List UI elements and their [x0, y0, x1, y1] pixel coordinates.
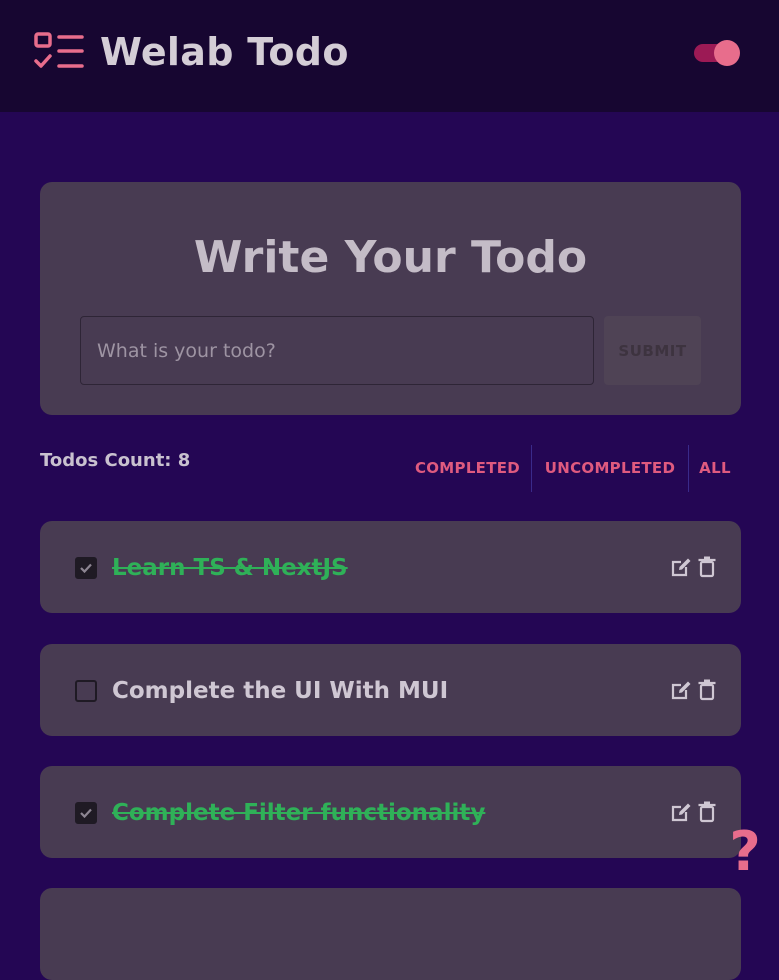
app-bar: Welab Todo [0, 0, 779, 112]
checklist-icon [34, 32, 84, 68]
delete-icon[interactable] [698, 679, 716, 701]
app-title: Welab Todo [100, 30, 349, 74]
check-icon [80, 563, 92, 574]
todo-text: Complete Filter functionality [112, 800, 486, 826]
filter-group: COMPLETED UNCOMPLETED ALL [404, 445, 741, 492]
todo-checkbox[interactable] [75, 802, 97, 824]
todo-input[interactable] [80, 316, 594, 385]
filter-all-button[interactable]: ALL [689, 445, 741, 492]
todo-text: Complete the UI With MUI [112, 678, 449, 704]
delete-icon[interactable] [698, 801, 716, 823]
todo-item: Learn TS & NextJS [40, 521, 741, 613]
todo-form-card: Write Your Todo SUBMIT [40, 182, 741, 415]
help-icon[interactable]: ? [724, 822, 766, 882]
check-icon [80, 808, 92, 819]
submit-button[interactable]: SUBMIT [604, 316, 701, 385]
todo-item: Complete Filter functionality [40, 766, 741, 858]
todo-checkbox[interactable] [75, 680, 97, 702]
edit-icon[interactable] [670, 679, 692, 701]
delete-icon[interactable] [698, 556, 716, 578]
todo-item: Complete the UI With MUI [40, 644, 741, 736]
todo-checkbox[interactable] [75, 557, 97, 579]
filter-completed-button[interactable]: COMPLETED [404, 445, 532, 492]
edit-icon[interactable] [670, 801, 692, 823]
form-title: Write Your Todo [193, 232, 588, 283]
todo-text: Learn TS & NextJS [112, 555, 348, 581]
todo-item [40, 888, 741, 980]
filter-uncompleted-button[interactable]: UNCOMPLETED [532, 445, 689, 492]
theme-toggle[interactable] [694, 39, 742, 67]
todos-count: Todos Count: 8 [40, 450, 191, 471]
edit-icon[interactable] [670, 556, 692, 578]
toggle-thumb[interactable] [714, 40, 740, 66]
